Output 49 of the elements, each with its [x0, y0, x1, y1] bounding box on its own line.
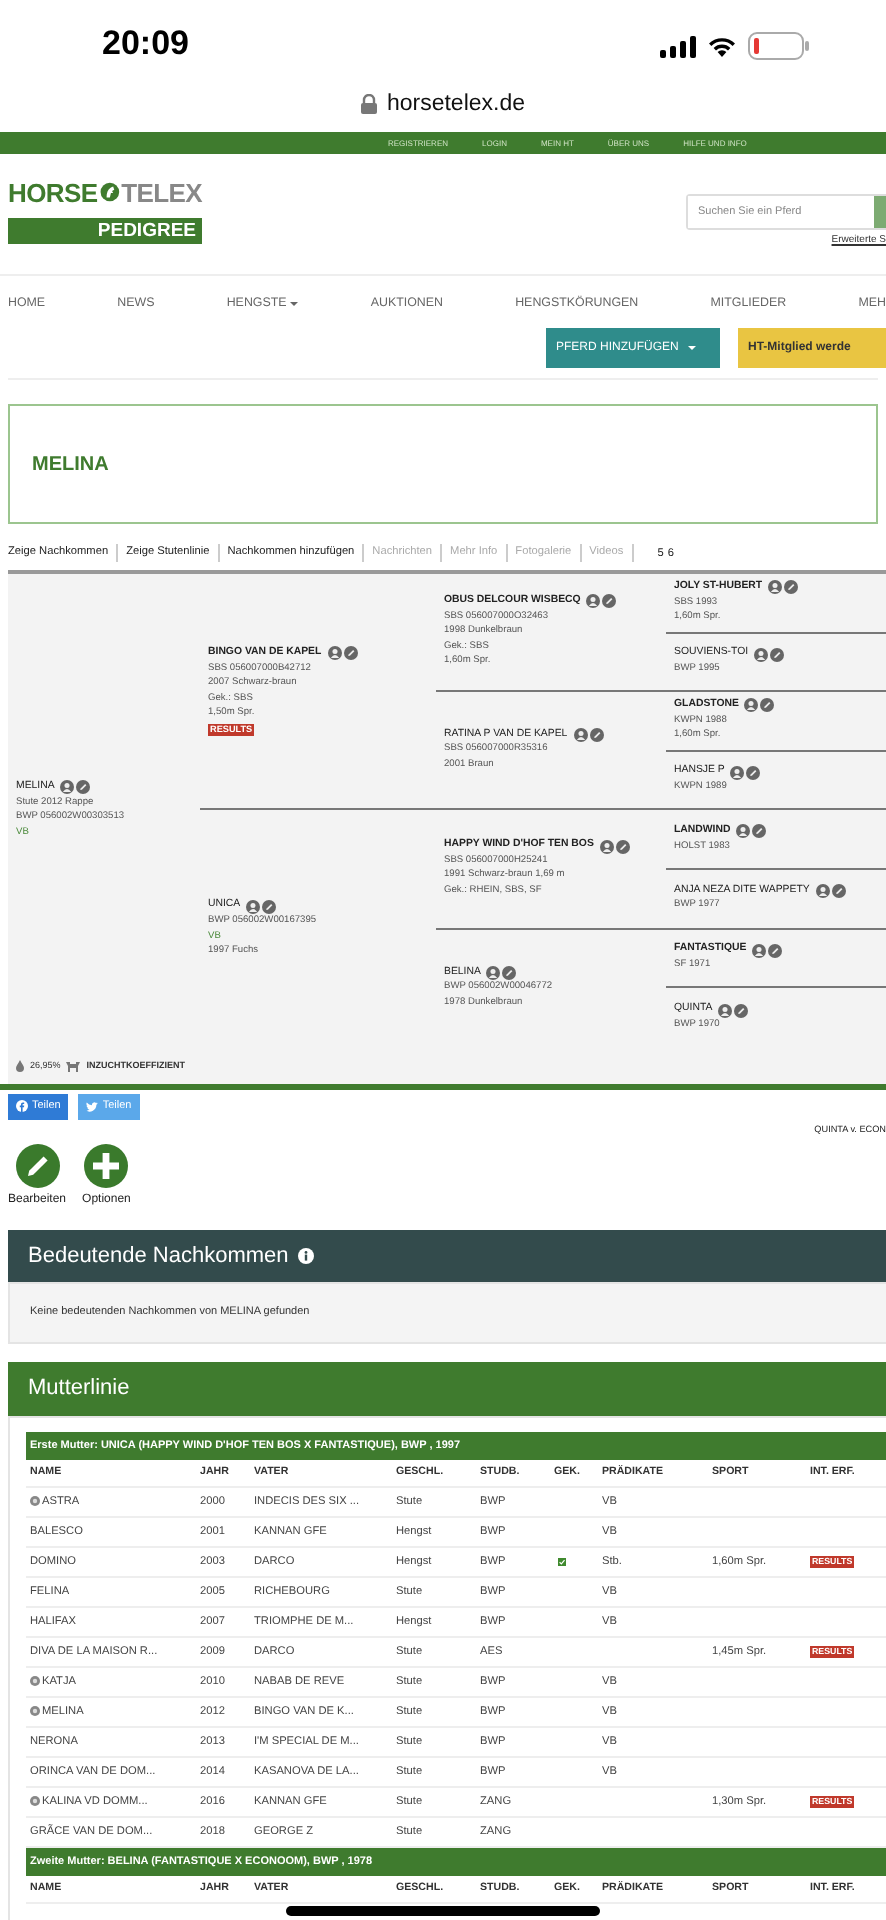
info-icon[interactable] [298, 1247, 315, 1264]
profile-icon[interactable] [586, 594, 601, 609]
edit-icon[interactable] [502, 966, 517, 981]
profile-icon[interactable] [768, 580, 783, 595]
f-logo-icon [16, 1100, 28, 1113]
battery-icon [748, 32, 810, 60]
edit-icon[interactable] [752, 824, 767, 839]
drop-icon [16, 1059, 24, 1072]
edit-icon[interactable] [784, 580, 799, 595]
profile-icon[interactable] [599, 839, 614, 854]
edit-icon[interactable] [615, 839, 630, 854]
profile-icon[interactable] [744, 698, 759, 713]
profile-icon[interactable] [736, 824, 751, 839]
profile-icon[interactable] [730, 765, 745, 780]
profile-icon[interactable] [754, 647, 769, 662]
edit-icon[interactable] [602, 594, 617, 609]
profile-icon[interactable] [815, 883, 830, 898]
edit-icon[interactable] [262, 899, 277, 914]
profile-icon[interactable] [718, 1003, 733, 1018]
panel-title: Bedeutende Nachkommen [28, 1243, 289, 1268]
edit-icon[interactable] [734, 1003, 749, 1018]
profile-icon[interactable] [327, 646, 342, 661]
edit-icon[interactable] [746, 765, 761, 780]
signal-icon [660, 35, 696, 57]
edit-icon[interactable] [589, 728, 604, 743]
profile-icon[interactable] [486, 966, 501, 981]
logo-text: HORSE [8, 177, 98, 207]
plus-icon [84, 1143, 129, 1188]
clock-time: 20:09 [102, 24, 189, 64]
edit-icon[interactable] [343, 646, 358, 661]
bird-icon [86, 1101, 99, 1112]
profile-icon[interactable] [752, 943, 767, 958]
edit-icon[interactable] [76, 780, 91, 795]
horse-name: MELINA [32, 453, 109, 475]
logo-subtitle: PEDIGREE [8, 218, 202, 244]
logo-text: TELEX [121, 177, 202, 207]
edit-icon[interactable] [768, 943, 783, 958]
edit-icon[interactable] [770, 647, 785, 662]
panel-title: Mutterlinie [28, 1376, 130, 1401]
profile-icon[interactable] [573, 728, 588, 743]
wifi-icon [706, 34, 738, 58]
edit-icon[interactable] [760, 698, 775, 713]
lock-icon [360, 94, 379, 114]
profile-icon[interactable] [60, 780, 75, 795]
profile-icon[interactable] [246, 899, 261, 914]
edit-icon[interactable] [831, 883, 846, 898]
horse-icon [66, 1059, 81, 1072]
url-text: horsetelex.de [386, 92, 526, 116]
pencil-icon [15, 1143, 60, 1188]
